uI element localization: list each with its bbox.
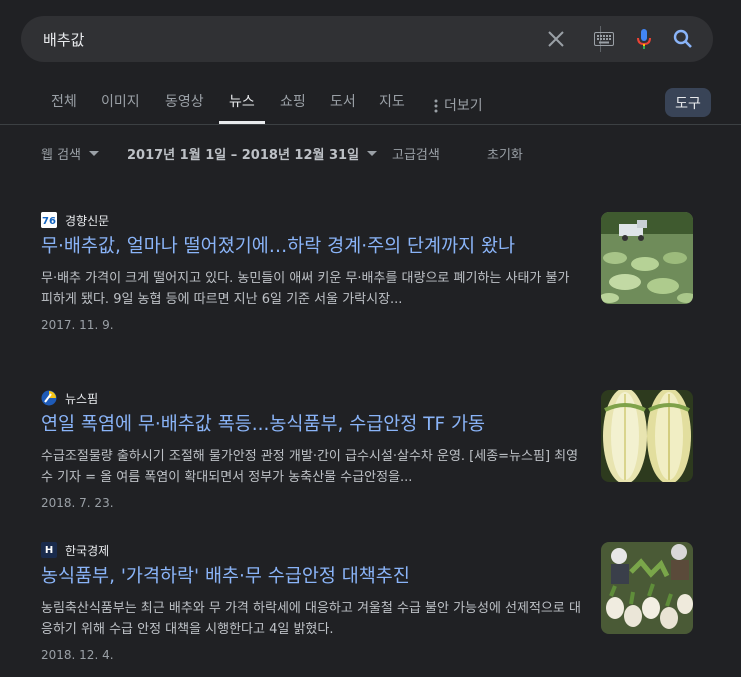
result-title[interactable]: 연일 폭염에 무·배추값 폭등...농식품부, 수급안정 TF 가동 — [41, 411, 576, 438]
result-snippet: 무·배추 가격이 크게 떨어지고 있다. 농민들이 애써 키운 무·배추를 대량… — [41, 271, 570, 307]
tab-images[interactable]: 이미지 — [101, 88, 140, 124]
clear-icon[interactable] — [544, 27, 568, 51]
hankyung-favicon-icon: H — [41, 542, 57, 558]
tabs-divider — [0, 124, 741, 125]
result-source-name: 한국경제 — [65, 543, 110, 558]
tab-news[interactable]: 뉴스 — [219, 88, 265, 124]
result-source-name: 뉴스핌 — [65, 391, 99, 406]
more-vert-icon — [434, 99, 438, 113]
result-snippet: 농림축산식품부는 최근 배추와 무 가격 하락세에 대응하고 겨울철 수급 불안… — [41, 601, 581, 637]
date-range-label: 2017년 1월 1일 – 2018년 12월 31일 — [127, 148, 360, 163]
result-thumbnail[interactable] — [601, 390, 693, 482]
result-thumbnail[interactable] — [601, 542, 693, 634]
web-search-filter[interactable]: 웹 검색 — [41, 144, 100, 163]
result-date: 2018. 7. 23. — [41, 496, 114, 510]
search-input[interactable]: 배추값 — [43, 29, 84, 50]
tab-shopping[interactable]: 쇼핑 — [280, 88, 306, 124]
tab-more[interactable]: 더보기 — [434, 88, 483, 124]
newspim-favicon-icon — [41, 390, 57, 406]
reset-link[interactable]: 초기화 — [487, 144, 523, 163]
svg-text:76: 76 — [42, 216, 56, 227]
search-bar[interactable]: 배추값 — [21, 16, 713, 62]
result-date: 2018. 12. 4. — [41, 648, 114, 662]
tools-button[interactable]: 도구 — [665, 88, 711, 117]
search-tabs: 전체 이미지 동영상 뉴스 쇼핑 도서 지도 더보기 — [0, 88, 741, 124]
result-title[interactable]: 농식품부, '가격하락' 배추·무 수급안정 대책추진 — [41, 563, 576, 590]
microphone-icon[interactable] — [632, 27, 656, 51]
tab-videos[interactable]: 동영상 — [165, 88, 204, 124]
result-title[interactable]: 무·배추값, 얼마나 떨어졌기에…하락 경계·주의 단계까지 왔나 — [41, 233, 576, 260]
tab-all[interactable]: 전체 — [51, 88, 77, 124]
news-result: H 한국경제 농식품부, '가격하락' 배추·무 수급안정 대책추진 농림축산식… — [41, 542, 701, 662]
news-result: 76 경향신문 무·배추값, 얼마나 떨어졌기에…하락 경계·주의 단계까지 왔… — [41, 212, 701, 332]
keyboard-icon[interactable] — [592, 27, 616, 51]
news-result: 뉴스핌 연일 폭염에 무·배추값 폭등...농식품부, 수급안정 TF 가동 수… — [41, 390, 701, 510]
tab-maps[interactable]: 지도 — [379, 88, 405, 124]
date-range-filter[interactable]: 2017년 1월 1일 – 2018년 12월 31일 — [127, 144, 378, 163]
result-snippet: 수급조절물량 출하시기 조절해 물가안정 관정 개발·간이 급수시설·살수차 운… — [41, 449, 579, 485]
tab-books[interactable]: 도서 — [330, 88, 356, 124]
tab-more-label: 더보기 — [444, 98, 483, 114]
caret-down-icon — [89, 151, 100, 156]
result-date: 2017. 11. 9. — [41, 318, 114, 332]
advanced-search-link[interactable]: 고급검색 — [392, 144, 440, 163]
search-icon[interactable] — [671, 27, 695, 51]
result-source-name: 경향신문 — [65, 213, 110, 228]
web-search-filter-label: 웹 검색 — [41, 148, 82, 163]
result-thumbnail[interactable] — [601, 212, 693, 304]
caret-down-icon — [367, 151, 378, 156]
kyunghyang-favicon-icon: 76 — [41, 212, 57, 228]
filter-bar: 웹 검색 2017년 1월 1일 – 2018년 12월 31일 고급검색 초기… — [0, 144, 741, 164]
